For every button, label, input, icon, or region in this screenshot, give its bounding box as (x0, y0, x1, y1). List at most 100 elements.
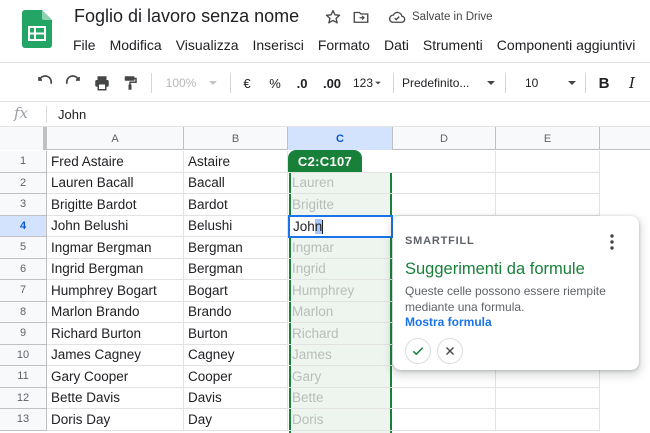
column-header-d[interactable]: D (393, 127, 496, 150)
cell-a12[interactable]: Bette Davis (47, 387, 184, 409)
cell-c12[interactable]: Bette (288, 388, 393, 409)
cell-d3[interactable] (393, 194, 496, 216)
zoom-select[interactable]: 100% (160, 63, 226, 103)
cell-b10[interactable]: Cagney (184, 344, 288, 366)
menu-tools[interactable]: Strumenti (423, 37, 483, 53)
cell-b3[interactable]: Bardot (184, 194, 288, 216)
cell-a7[interactable]: Humphrey Bogart (47, 280, 184, 302)
row-header[interactable]: 8 (0, 301, 47, 323)
print-button[interactable] (89, 63, 115, 103)
cell-a1[interactable]: Fred Astaire (47, 151, 184, 173)
cell-b13[interactable]: Day (184, 409, 288, 431)
cell-d13[interactable] (393, 409, 496, 431)
select-all-corner[interactable] (0, 127, 47, 150)
row-header[interactable]: 10 (0, 344, 47, 366)
bold-button[interactable]: B (592, 63, 616, 103)
cell-c5[interactable]: Ingmar (288, 237, 393, 259)
cell-e2[interactable] (496, 172, 600, 194)
show-formula-link[interactable]: Mostra formula (405, 315, 492, 329)
cell-b8[interactable]: Brando (184, 301, 288, 323)
column-header-e[interactable]: E (496, 127, 600, 150)
cell-b9[interactable]: Burton (184, 323, 288, 345)
cell-a9[interactable]: Richard Burton (47, 323, 184, 345)
italic-button[interactable]: I (620, 63, 644, 103)
row-header[interactable]: 2 (0, 172, 47, 194)
cell-d1[interactable] (393, 151, 496, 173)
move-folder-icon[interactable] (352, 8, 370, 26)
cell-b1[interactable]: Astaire (184, 151, 288, 173)
cell-c2[interactable]: Lauren (288, 173, 393, 194)
column-header-c[interactable]: C (288, 127, 393, 150)
paint-format-button[interactable] (117, 63, 143, 103)
menu-addons[interactable]: Componenti aggiuntivi (497, 37, 636, 53)
menu-format[interactable]: Formato (318, 37, 370, 53)
cell-b6[interactable]: Bergman (184, 258, 288, 280)
cell-a3[interactable]: Brigitte Bardot (47, 194, 184, 216)
menu-insert[interactable]: Inserisci (252, 37, 303, 53)
row-header[interactable]: 12 (0, 387, 47, 409)
cell-a8[interactable]: Marlon Brando (47, 301, 184, 323)
document-title[interactable]: Foglio di lavoro senza nome (74, 6, 299, 27)
cell-d2[interactable] (393, 172, 496, 194)
cell-a2[interactable]: Lauren Bacall (47, 172, 184, 194)
undo-button[interactable] (32, 63, 58, 103)
menu-edit[interactable]: Modifica (110, 37, 162, 53)
cell-a4[interactable]: John Belushi (47, 215, 184, 237)
row-header[interactable]: 11 (0, 366, 47, 388)
active-cell-c4[interactable]: Joh n (288, 215, 393, 238)
more-formats-button[interactable]: 123 (350, 63, 386, 103)
row-header[interactable]: 1 (0, 151, 47, 173)
column-header-a[interactable]: A (47, 127, 184, 150)
star-icon[interactable] (324, 8, 342, 26)
formula-input[interactable]: John (58, 107, 86, 122)
dismiss-suggestion-button[interactable] (437, 338, 463, 364)
cell-c10[interactable]: James (288, 345, 393, 366)
percent-button[interactable]: % (264, 63, 286, 103)
menu-data[interactable]: Dati (384, 37, 409, 53)
row-header[interactable]: 3 (0, 194, 47, 216)
row-header[interactable]: 13 (0, 409, 47, 431)
cell-c6[interactable]: Ingrid (288, 259, 393, 280)
cell-a11[interactable]: Gary Cooper (47, 366, 184, 388)
cell-a10[interactable]: James Cagney (47, 344, 184, 366)
redo-button[interactable] (60, 63, 86, 103)
cell-e13[interactable] (496, 409, 600, 431)
cell-c11[interactable]: Gary (288, 366, 393, 388)
cell-d12[interactable] (393, 387, 496, 409)
font-size-select[interactable]: 10 (515, 63, 579, 103)
cell-b5[interactable]: Bergman (184, 237, 288, 259)
column-header-b[interactable]: B (184, 127, 288, 150)
font-family-select[interactable]: Predefinito... (402, 63, 498, 103)
save-status[interactable]: Salvate in Drive (388, 10, 493, 24)
increase-decimal-button[interactable]: .00 (318, 63, 346, 103)
cell-b7[interactable]: Bogart (184, 280, 288, 302)
cell-c8[interactable]: Marlon (288, 302, 393, 323)
cell-b2[interactable]: Bacall (184, 172, 288, 194)
cell-c13[interactable]: Doris (288, 409, 393, 431)
cell-b4[interactable]: Belushi (184, 215, 288, 237)
cell-e12[interactable] (496, 387, 600, 409)
menu-file[interactable]: File (73, 37, 96, 53)
cell-c7[interactable]: Humphrey (288, 280, 393, 302)
decrease-decimal-button[interactable]: .0 (291, 63, 313, 103)
cell-a13[interactable]: Doris Day (47, 409, 184, 431)
row-header[interactable]: 5 (0, 237, 47, 259)
cell-e3[interactable] (496, 194, 600, 216)
row-header[interactable]: 7 (0, 280, 47, 302)
cell-c9[interactable]: Richard (288, 323, 393, 345)
more-options-button[interactable] (600, 230, 624, 254)
sheets-logo-icon[interactable] (22, 10, 52, 48)
row-header[interactable]: 9 (0, 323, 47, 345)
row-header[interactable]: 6 (0, 258, 47, 280)
row-header[interactable]: 4 (0, 215, 47, 237)
cell-b12[interactable]: Davis (184, 387, 288, 409)
accept-suggestion-button[interactable] (405, 338, 431, 364)
currency-button[interactable]: € (236, 63, 258, 103)
menu-view[interactable]: Visualizza (176, 37, 239, 53)
cell-e1[interactable] (496, 151, 600, 173)
cell-c3[interactable]: Brigitte (288, 194, 393, 216)
cell-a6[interactable]: Ingrid Bergman (47, 258, 184, 280)
cell-b11[interactable]: Cooper (184, 366, 288, 388)
cell-a5[interactable]: Ingmar Bergman (47, 237, 184, 259)
toolbar: 100% € % .0 .00 123 Predefinito... 10 B … (0, 62, 650, 102)
